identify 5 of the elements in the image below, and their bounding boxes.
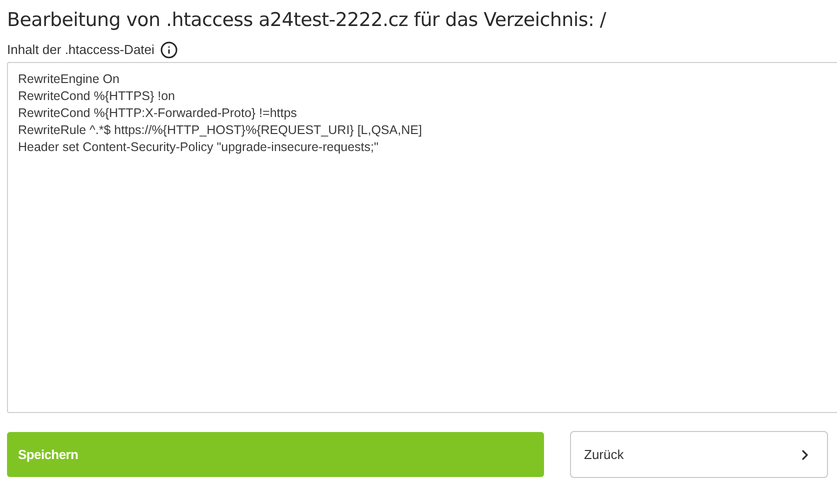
htaccess-editor-field[interactable]: RewriteEngine On RewriteCond %{HTTPS} !on RewriteCond %{HTTP:X-Forwarded-Proto} !=https RewriteRule ^.*$ https://%{HTTP_HOST}%{REQUEST_URI} [L,QSA,NE] Header set Content-Security-Policy "upgrade-insecure-requests;" xyxy=(7,62,837,413)
page-title: Bearbeitung von .htaccess a24test-2222.cz für das Verzeichnis: / xyxy=(7,8,606,32)
back-button[interactable]: Zurück xyxy=(570,431,828,478)
info-icon[interactable] xyxy=(160,41,178,59)
field-label: Inhalt der .htaccess-Datei xyxy=(7,41,154,59)
